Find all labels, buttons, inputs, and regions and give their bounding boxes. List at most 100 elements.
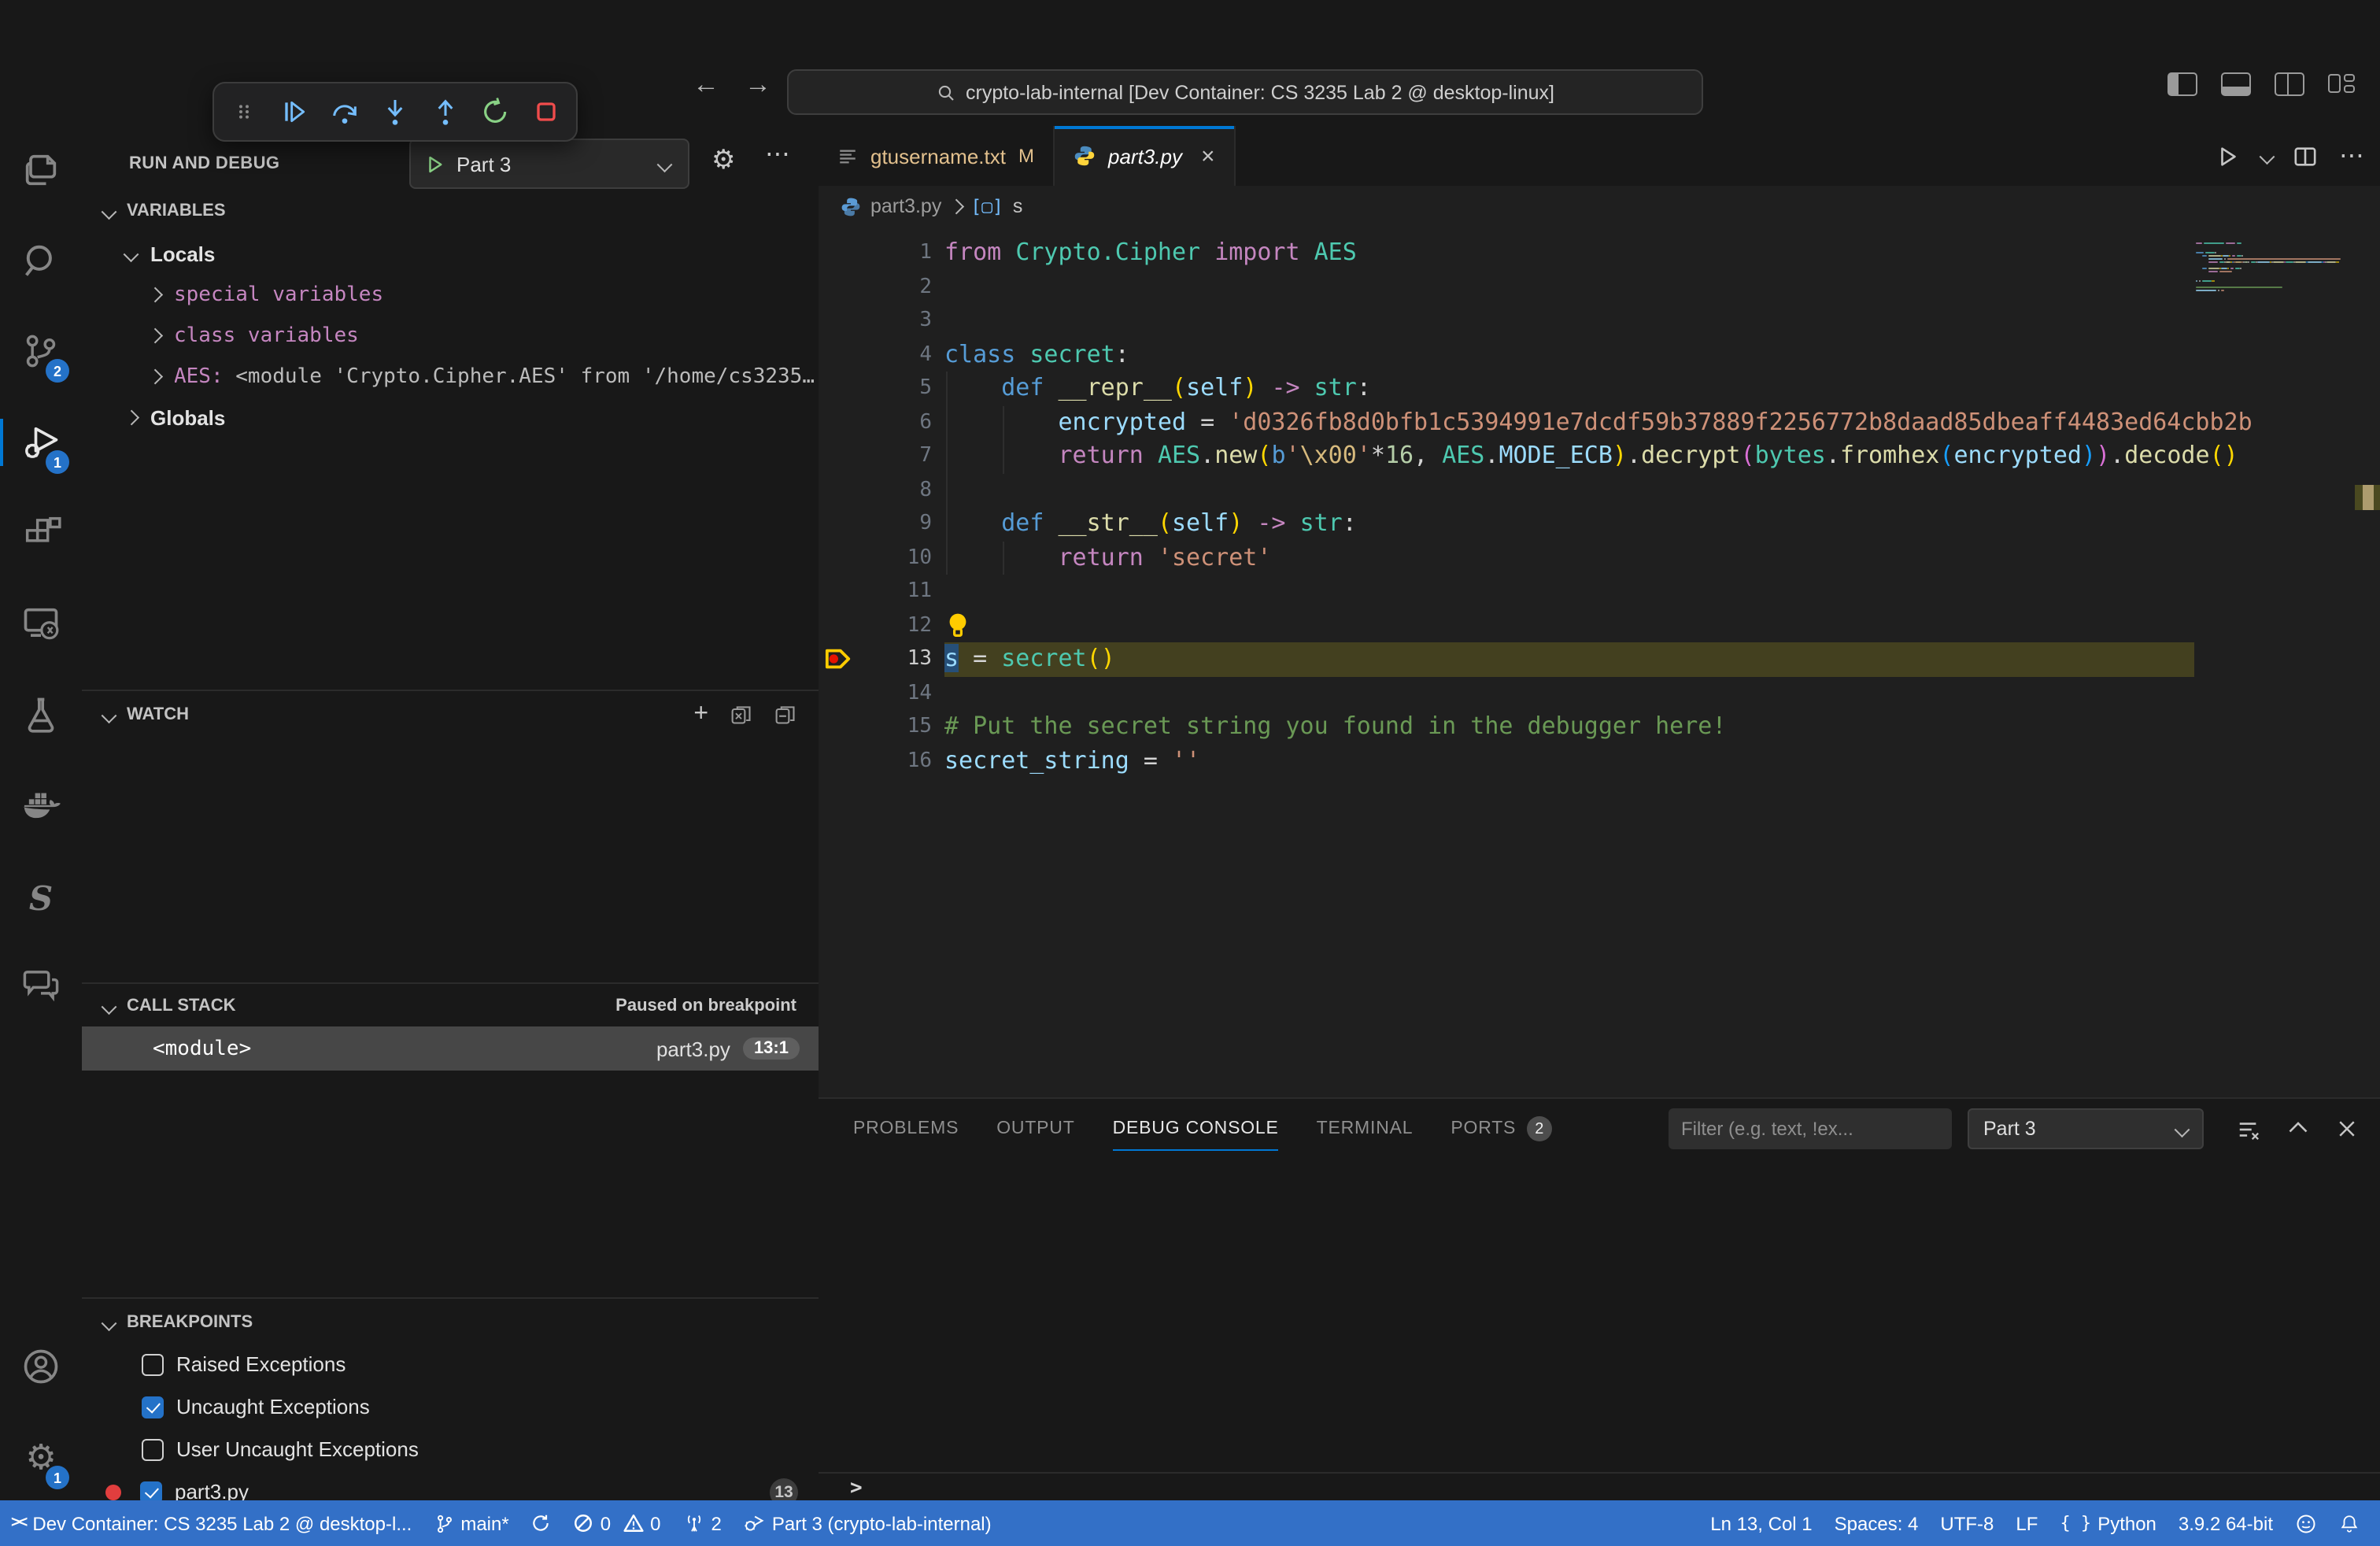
- remote-indicator[interactable]: >< Dev Container: CS 3235 Lab 2 @ desktop…: [0, 1500, 423, 1546]
- start-debug-icon[interactable]: [425, 153, 445, 174]
- customize-layout-icon[interactable]: [2328, 74, 2355, 94]
- activity-explorer-icon[interactable]: [0, 135, 82, 205]
- filter-lines-icon[interactable]: [2237, 1117, 2260, 1141]
- breakpoint-item[interactable]: Uncaught Exceptions: [82, 1385, 819, 1428]
- activity-testing-icon[interactable]: [0, 680, 82, 749]
- debug-session-dropdown[interactable]: Part 3: [1968, 1108, 2204, 1149]
- breakpoint-item[interactable]: User Uncaught Exceptions: [82, 1428, 819, 1470]
- add-expression-icon[interactable]: +: [693, 701, 708, 729]
- debug-console-filter-input[interactable]: [1669, 1108, 1952, 1149]
- panel-tab-label: PROBLEMS: [853, 1119, 959, 1138]
- variables-tree-item[interactable]: special variables: [82, 274, 819, 315]
- activity-comments-icon[interactable]: [0, 949, 82, 1019]
- forward-icon[interactable]: →: [745, 69, 771, 101]
- code-area[interactable]: 1 from Crypto.Cipher import AES 2 3 4 class s…: [819, 227, 2380, 1097]
- debug-configuration-dropdown[interactable]: Part 3: [409, 139, 689, 189]
- activity-remote-explorer-icon[interactable]: [0, 589, 82, 658]
- remove-all-expressions-icon[interactable]: [730, 704, 752, 726]
- activity-source-control-icon[interactable]: 2: [0, 316, 82, 386]
- run-dropdown-chevron-icon[interactable]: [2259, 148, 2274, 164]
- frame-file: part3.py: [656, 1037, 730, 1060]
- close-panel-icon[interactable]: [2336, 1118, 2358, 1140]
- panel-tab-ports[interactable]: PORTS 2: [1451, 1099, 1553, 1159]
- activity-s-extension-icon[interactable]: S: [0, 863, 82, 932]
- debug-session-label: Part 3: [1983, 1118, 2036, 1140]
- editor-tab-gtusername.txt[interactable]: gtusername.txt M: [819, 126, 1055, 186]
- debug-console-prompt-icon[interactable]: >: [850, 1477, 863, 1500]
- restart-button[interactable]: [479, 94, 513, 129]
- current-breakpoint-icon[interactable]: [823, 645, 853, 672]
- panel-tab-output[interactable]: OUTPUT: [996, 1099, 1074, 1159]
- step-into-button[interactable]: [378, 94, 412, 129]
- status-utf-8[interactable]: UTF-8: [1929, 1500, 2005, 1546]
- breakpoint-checkbox[interactable]: [142, 1438, 164, 1460]
- status-3-9-2-64-bit[interactable]: 3.9.2 64-bit: [2168, 1500, 2284, 1546]
- breakpoints-section-header[interactable]: BREAKPOINTS: [82, 1302, 819, 1343]
- variables-tree-item[interactable]: AES: <module 'Crypto.Cipher.AES' from '/…: [82, 356, 819, 397]
- activity-run-and-debug-icon[interactable]: 1: [0, 408, 82, 477]
- breadcrumb-file[interactable]: part3.py: [870, 195, 941, 217]
- frame-position-badge: 13:1: [742, 1037, 800, 1060]
- breakpoint-item[interactable]: Raised Exceptions: [82, 1343, 819, 1385]
- modified-badge: M: [1018, 145, 1034, 167]
- lightbulb-icon[interactable]: [948, 612, 968, 637]
- activity-accounts-icon[interactable]: [0, 1332, 82, 1401]
- close-tab-icon[interactable]: ×: [1201, 142, 1215, 169]
- minimap[interactable]: [2196, 242, 2353, 293]
- activity-search-icon[interactable]: [0, 225, 82, 294]
- window-title: crypto-lab-internal [Dev Container: CS 3…: [966, 81, 1554, 103]
- tab-label: gtusername.txt: [870, 144, 1006, 168]
- call-stack-section-header[interactable]: CALL STACK Paused on breakpoint: [82, 986, 819, 1026]
- activity-extensions-icon[interactable]: [0, 497, 82, 567]
- sidebar-more-actions-icon[interactable]: ⋯: [765, 139, 792, 170]
- step-out-button[interactable]: [428, 94, 463, 129]
- status-branch[interactable]: main*: [423, 1500, 519, 1546]
- breakpoint-checkbox[interactable]: [142, 1353, 164, 1375]
- watch-section-header[interactable]: WATCH +: [82, 694, 819, 735]
- variables-tree-item[interactable]: Globals: [82, 397, 819, 438]
- panel-tab-debug-console[interactable]: DEBUG CONSOLE: [1112, 1099, 1279, 1159]
- status-sync[interactable]: [520, 1500, 563, 1546]
- split-editor-icon[interactable]: [2293, 144, 2317, 168]
- symbol-variable-icon: [▢]: [970, 195, 1003, 217]
- breakpoint-checkbox[interactable]: [142, 1396, 164, 1418]
- variables-section-header[interactable]: VARIABLES: [82, 190, 819, 231]
- status-radio-tower[interactable]: 2: [671, 1500, 732, 1546]
- editor-more-actions-icon[interactable]: ⋯: [2339, 140, 2364, 172]
- call-stack-frame[interactable]: <module> part3.py 13:1: [82, 1026, 819, 1071]
- breadcrumb-symbol[interactable]: s: [1013, 195, 1023, 217]
- toggle-secondary-sidebar-icon[interactable]: [2275, 72, 2304, 96]
- toggle-panel-icon[interactable]: [2221, 72, 2251, 96]
- variables-tree-item[interactable]: class variables: [82, 315, 819, 356]
- toggle-sidebar-icon[interactable]: [2168, 72, 2197, 96]
- activity-settings-icon[interactable]: ⚙ 1: [0, 1423, 82, 1492]
- debug-settings-gear-icon[interactable]: ⚙: [711, 145, 736, 176]
- editor-tab-part3.py[interactable]: part3.py ×: [1055, 126, 1236, 186]
- status-spaces-4[interactable]: Spaces: 4: [1824, 1500, 1930, 1546]
- variables-tree-item[interactable]: Locals: [82, 233, 819, 274]
- run-python-file-icon[interactable]: [2216, 144, 2239, 168]
- status-braces[interactable]: { } Python: [2049, 1500, 2167, 1546]
- collapse-all-icon[interactable]: [774, 704, 796, 726]
- feedback-icon: [2295, 1512, 2317, 1534]
- breakpoint-checkbox[interactable]: [140, 1481, 162, 1500]
- back-icon[interactable]: ←: [693, 69, 719, 101]
- tab-label: part3.py: [1108, 144, 1182, 168]
- continue-button[interactable]: [277, 94, 312, 129]
- breakpoint-item[interactable]: part3.py 13: [82, 1470, 819, 1500]
- command-center-search[interactable]: crypto-lab-internal [Dev Container: CS 3…: [787, 69, 1703, 115]
- section-divider: [82, 982, 819, 984]
- status-ln-13-col-1[interactable]: Ln 13, Col 1: [1699, 1500, 1823, 1546]
- errors-warnings[interactable]: 0 0: [563, 1500, 672, 1546]
- ports-badge: 2: [1527, 1116, 1553, 1141]
- stop-button[interactable]: [529, 94, 564, 129]
- panel-tab-problems[interactable]: PROBLEMS: [853, 1099, 959, 1159]
- status-debug[interactable]: Part 3 (crypto-lab-internal): [733, 1500, 1003, 1546]
- status-feedback[interactable]: [2284, 1500, 2328, 1546]
- panel-tab-terminal[interactable]: TERMINAL: [1317, 1099, 1414, 1159]
- maximize-panel-icon[interactable]: [2287, 1118, 2309, 1140]
- activity-docker-icon[interactable]: [0, 771, 82, 841]
- status-bell[interactable]: [2328, 1500, 2371, 1546]
- status-lf[interactable]: LF: [2005, 1500, 2049, 1546]
- step-over-button[interactable]: [327, 94, 362, 129]
